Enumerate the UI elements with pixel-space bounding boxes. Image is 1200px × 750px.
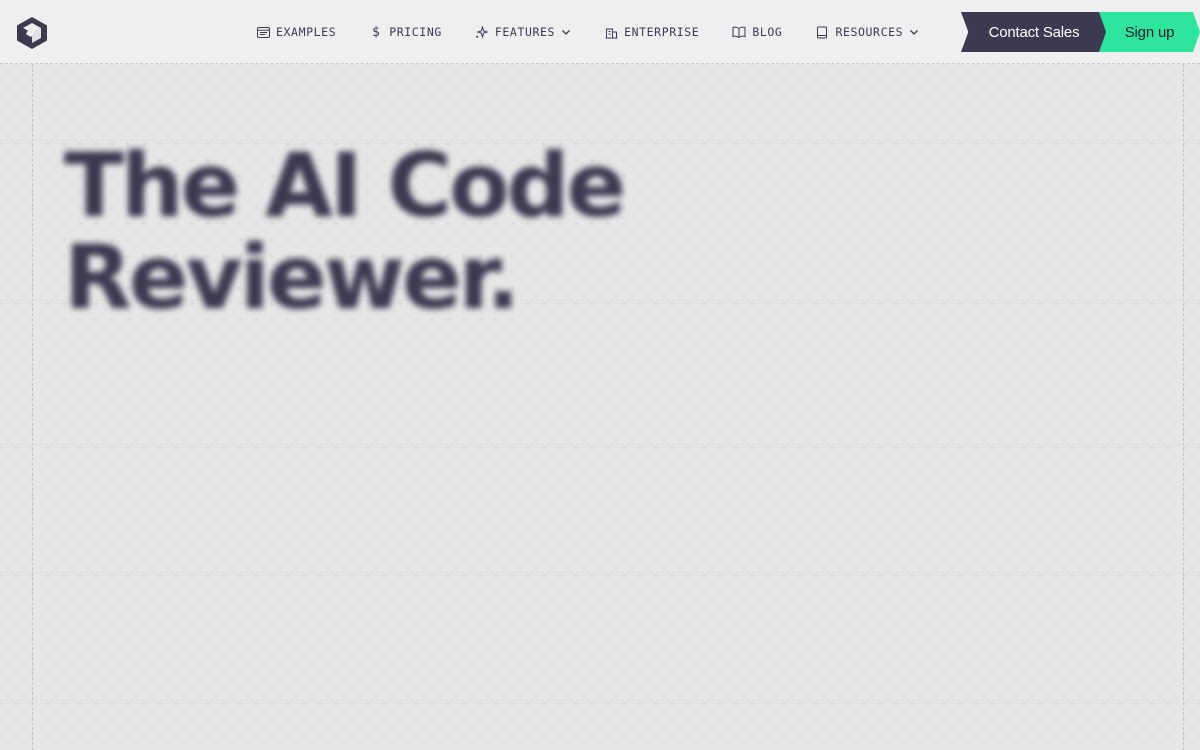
grid-line-horizontal	[0, 444, 1200, 445]
book-icon	[815, 25, 829, 39]
open-book-icon	[732, 25, 746, 39]
grid-line-left	[32, 64, 33, 750]
building-icon	[604, 25, 618, 39]
nav-pricing[interactable]: $ PRICING	[369, 24, 442, 40]
hero-title-line-2: Reviewer.	[64, 226, 520, 329]
contact-sales-button[interactable]: Contact Sales	[961, 12, 1107, 52]
chevron-down-icon	[561, 27, 571, 37]
grid-line-right	[1183, 64, 1184, 750]
nav-resources[interactable]: RESOURCES	[815, 25, 919, 39]
contact-sales-label: Contact Sales	[988, 23, 1080, 41]
nav-examples[interactable]: EXAMPLES	[256, 25, 336, 39]
hero-title-line-1: The AI Code	[64, 134, 626, 237]
browser-window-icon	[256, 25, 270, 39]
nav-pricing-label: PRICING	[389, 25, 442, 39]
grid-line-horizontal	[0, 700, 1200, 701]
top-navbar: EXAMPLES $ PRICING FEATURES ENTERPRISE B…	[0, 0, 1200, 64]
nav-features[interactable]: FEATURES	[475, 25, 571, 39]
nav-links: EXAMPLES $ PRICING FEATURES ENTERPRISE B…	[256, 0, 919, 64]
nav-blog-label: BLOG	[752, 25, 783, 39]
sign-up-label: Sign up	[1124, 23, 1175, 41]
nav-blog[interactable]: BLOG	[732, 25, 782, 39]
sparkle-icon	[475, 25, 489, 39]
nav-enterprise[interactable]: ENTERPRISE	[604, 25, 699, 39]
grid-line-horizontal	[0, 572, 1200, 573]
hero-title: The AI Code Reviewer.	[64, 140, 764, 324]
dollar-icon: $	[371, 24, 381, 40]
nav-features-label: FEATURES	[494, 25, 556, 39]
nav-enterprise-label: ENTERPRISE	[624, 25, 700, 39]
nav-examples-label: EXAMPLES	[276, 25, 337, 39]
sign-up-button[interactable]: Sign up	[1099, 12, 1200, 52]
logo-icon[interactable]	[15, 16, 49, 50]
chevron-down-icon	[909, 27, 919, 37]
nav-resources-label: RESOURCES	[835, 25, 904, 39]
